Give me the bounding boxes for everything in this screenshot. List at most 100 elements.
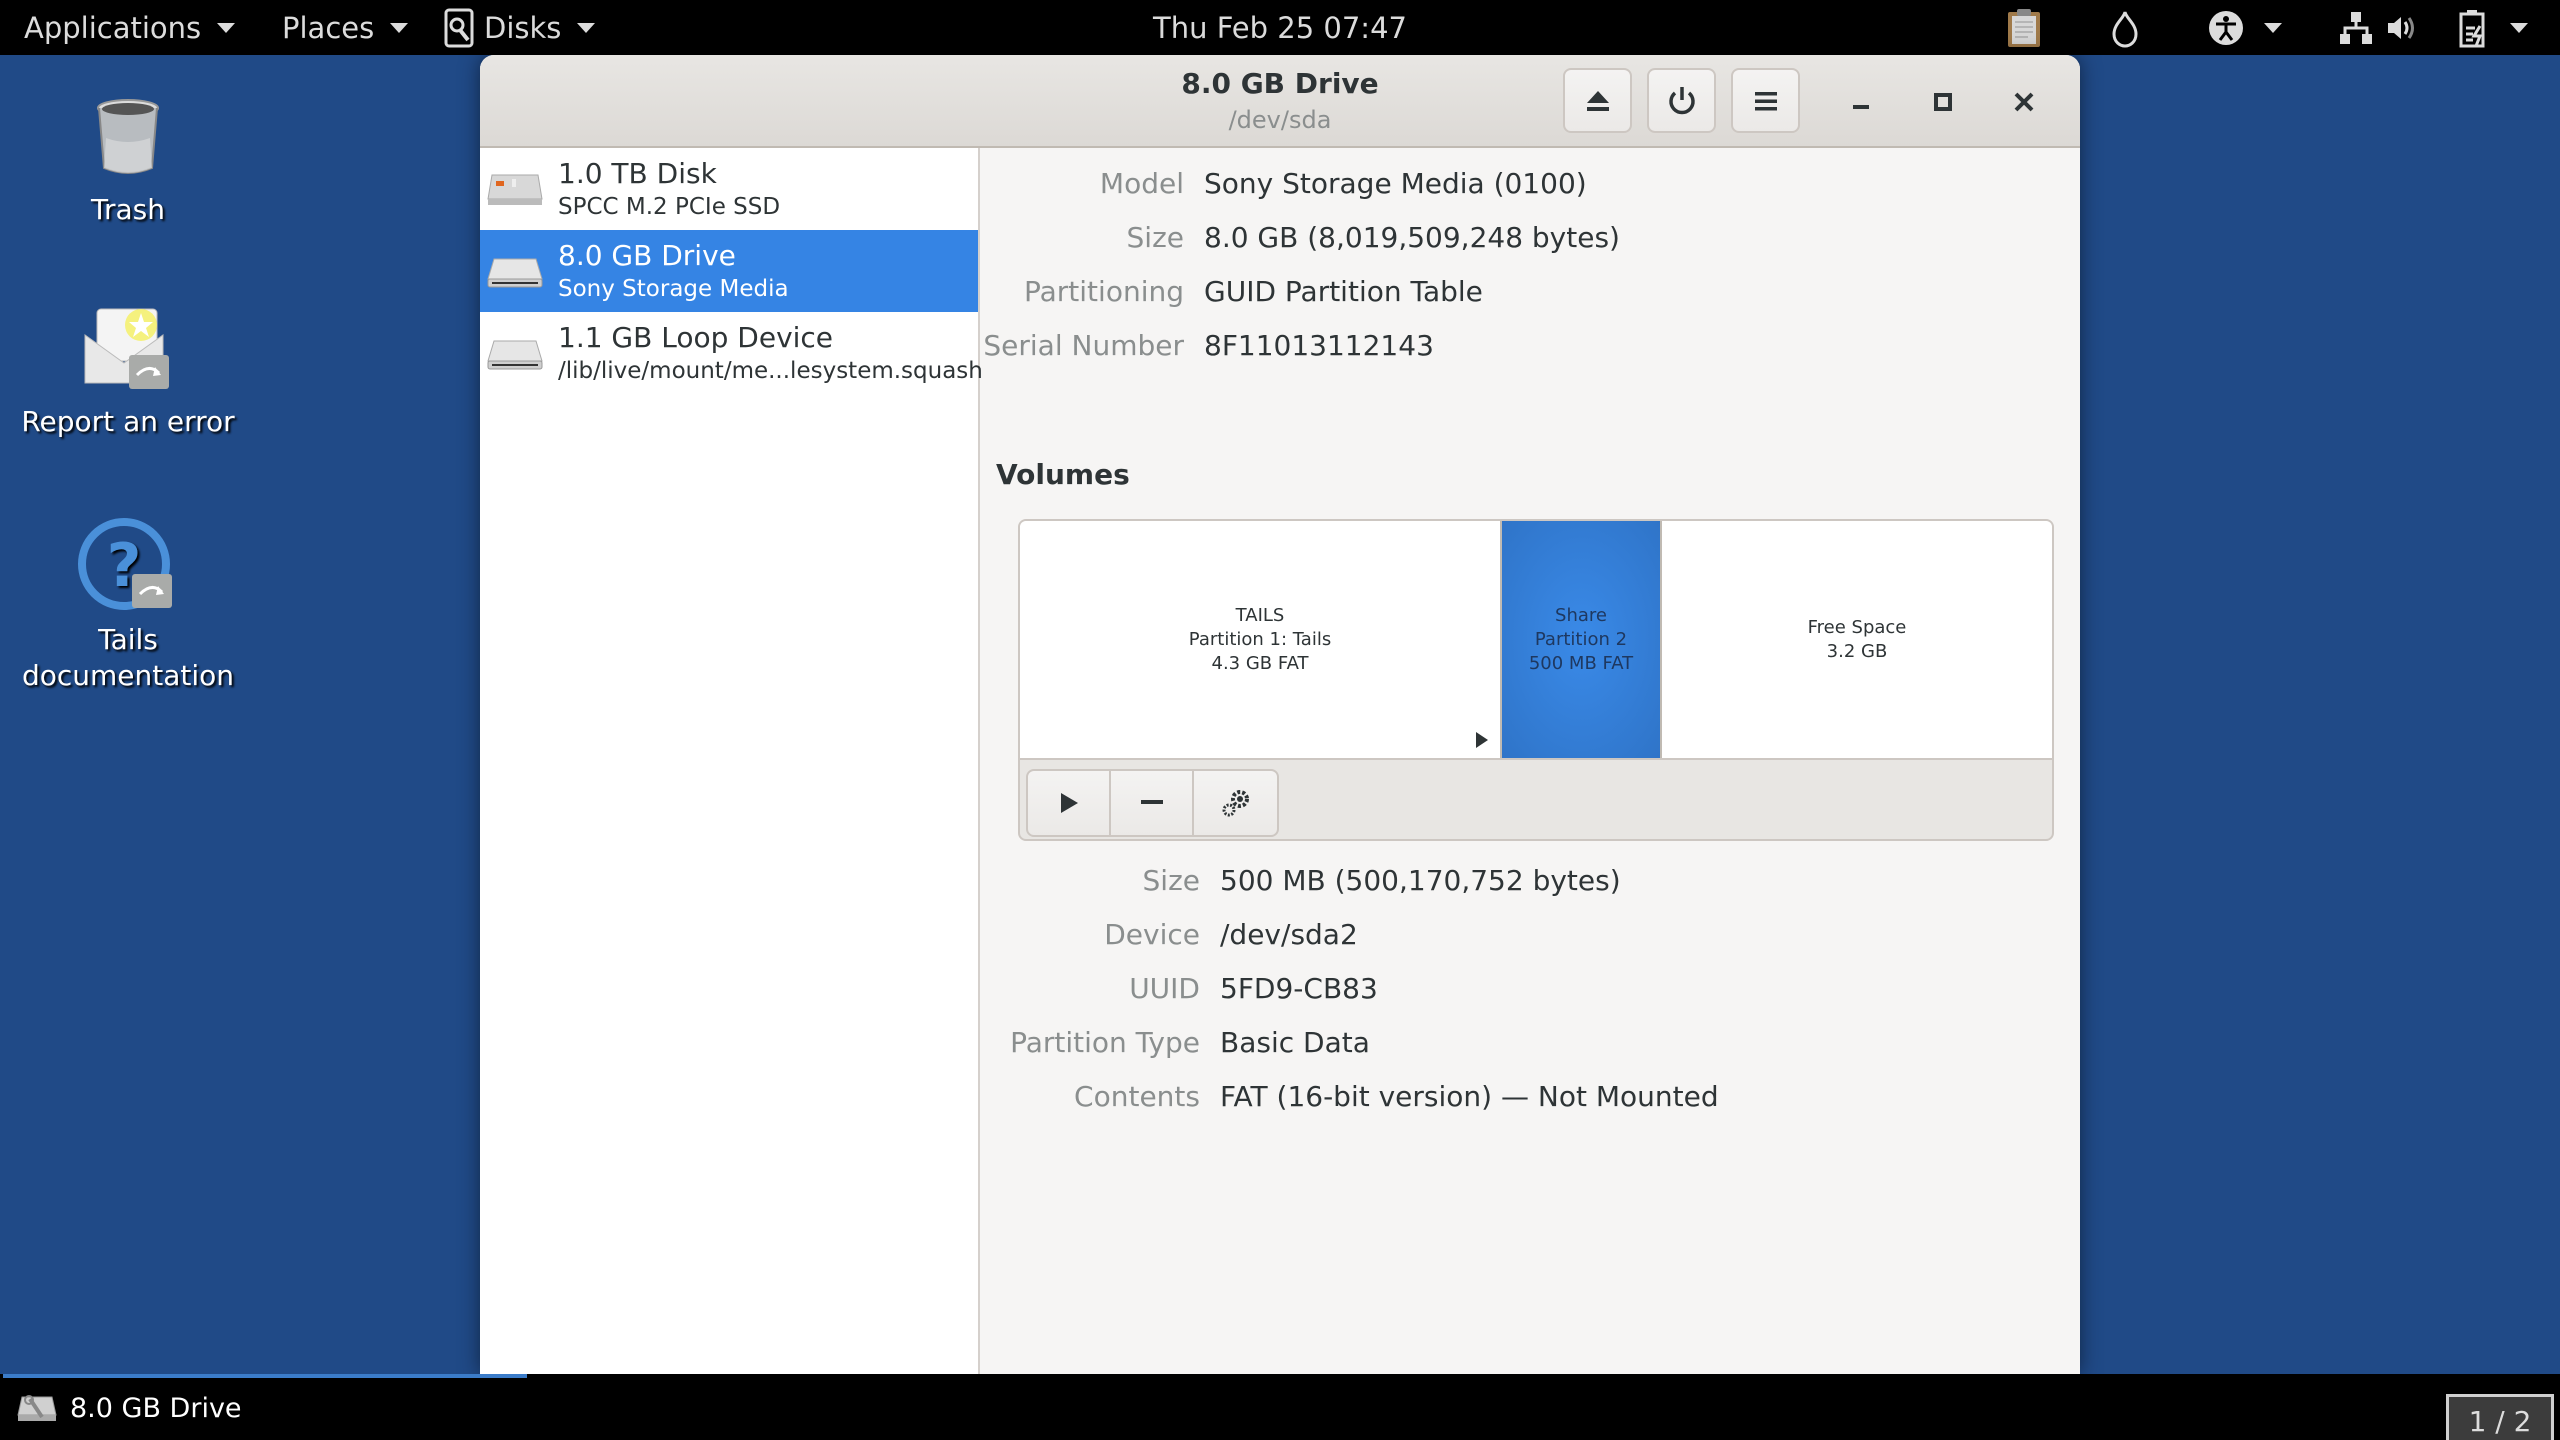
prop-value: 5FD9-CB83	[1220, 971, 1378, 1005]
ssd-drive-icon	[487, 174, 543, 205]
top-panel: Applications Places Disks Thu Feb 25 07:…	[0, 0, 2560, 55]
drive-name: 1.0 TB Disk	[558, 157, 717, 190]
volume-graph: TAILS Partition 1: Tails 4.3 GB FAT Shar…	[1020, 521, 2052, 760]
prop-label: Partitioning	[1024, 274, 1184, 308]
volume-toolbar	[1026, 769, 1279, 837]
desktop-icon-label: Report an error	[21, 405, 235, 438]
drive-prop-partitioning: Partitioning GUID Partition Table	[982, 271, 1483, 311]
applications-label: Applications	[24, 10, 202, 45]
volume-segment-tails[interactable]: TAILS Partition 1: Tails 4.3 GB FAT	[1020, 521, 1500, 758]
prop-value: 8F11013112143	[1204, 328, 1434, 362]
power-icon	[1668, 86, 1695, 114]
battery-icon	[2459, 10, 2485, 48]
drive-list: 1.0 TB Disk SPCC M.2 PCIe SSD 8.0 GB Dri…	[480, 148, 1003, 1374]
prop-label: Contents	[1074, 1079, 1200, 1113]
segment-line: TAILS	[1235, 604, 1285, 626]
additional-options-button[interactable]	[1194, 771, 1277, 835]
accessibility-menu[interactable]	[2208, 8, 2282, 48]
accessibility-icon	[2209, 11, 2243, 45]
segment-line: 4.3 GB FAT	[1211, 652, 1309, 674]
volume-prop-device: Device /dev/sda2	[982, 914, 1358, 954]
power-off-button[interactable]	[1647, 68, 1716, 133]
places-label: Places	[282, 10, 375, 45]
drive-subtitle: Sony Storage Media	[558, 276, 789, 302]
chevron-down-icon	[577, 22, 596, 33]
prop-label: Serial Number	[983, 328, 1184, 362]
workspace-switcher[interactable]: 1 / 2	[2446, 1394, 2554, 1440]
segment-line: Free Space	[1807, 616, 1907, 638]
drive-list-item[interactable]: 8.0 GB Drive Sony Storage Media	[480, 230, 978, 312]
delete-partition-button[interactable]	[1111, 771, 1194, 835]
chevron-down-icon	[390, 22, 409, 33]
eject-button[interactable]	[1563, 68, 1632, 133]
drive-subtitle: SPCC M.2 PCIe SSD	[558, 194, 781, 220]
volume-prop-uuid: UUID 5FD9-CB83	[982, 968, 1378, 1008]
clock[interactable]: Thu Feb 25 07:47	[1100, 0, 1460, 55]
volume-prop-contents: Contents FAT (16-bit version) — Not Moun…	[982, 1076, 1719, 1116]
prop-label: Model	[1099, 166, 1184, 200]
drive-name: 1.1 GB Loop Device	[558, 321, 834, 354]
segment-line: 500 MB FAT	[1528, 652, 1634, 674]
volume-prop-partition-type: Partition Type Basic Data	[982, 1022, 1370, 1062]
clipboard-icon[interactable]	[2006, 8, 2042, 48]
maximize-button[interactable]	[1918, 77, 1968, 127]
volume-segment-free-space[interactable]: Free Space 3.2 GB	[1662, 521, 2052, 758]
applications-menu[interactable]: Applications	[24, 0, 236, 55]
desktop-icon-label: Tails documentation	[21, 623, 235, 692]
system-menu[interactable]	[2458, 8, 2528, 48]
segment-line: 3.2 GB	[1826, 640, 1888, 662]
minimize-button[interactable]	[1836, 77, 1886, 127]
prop-label: Size	[1142, 863, 1200, 897]
hamburger-menu-icon	[1754, 91, 1777, 110]
minus-icon	[1140, 800, 1163, 804]
header-bar: 8.0 GB Drive /dev/sda	[480, 55, 2080, 148]
disk-utility-icon	[17, 1395, 57, 1421]
trash-icon	[73, 88, 183, 188]
mount-button[interactable]	[1028, 771, 1111, 835]
prop-value: FAT (16-bit version) — Not Mounted	[1220, 1079, 1719, 1113]
volume-prop-size: Size 500 MB (500,170,752 bytes)	[982, 860, 1621, 900]
gears-icon	[1222, 790, 1249, 817]
drive-prop-model: Model Sony Storage Media (0100)	[982, 163, 1587, 203]
prop-label: UUID	[1129, 971, 1200, 1005]
taskbar-window-button[interactable]: 8.0 GB Drive	[16, 1388, 242, 1428]
volume-segment-share[interactable]: Share Partition 2 500 MB FAT	[1500, 521, 1662, 758]
desktop-icon-trash[interactable]: Trash	[0, 88, 258, 228]
drive-prop-size: Size 8.0 GB (8,019,509,248 bytes)	[982, 217, 1620, 257]
play-icon	[1060, 793, 1078, 813]
app-menu[interactable]: Disks	[444, 0, 596, 55]
tor-onion-icon[interactable]	[2110, 8, 2140, 48]
disks-window: 8.0 GB Drive /dev/sda 1.0 TB Disk SPCC M…	[480, 55, 2080, 1374]
desktop-icon-label: Trash	[91, 193, 165, 226]
drive-list-item[interactable]: 1.1 GB Loop Device /lib/live/mount/me...…	[480, 312, 1003, 394]
segment-line: Partition 2	[1534, 628, 1628, 650]
prop-value: 500 MB (500,170,752 bytes)	[1220, 863, 1621, 897]
places-menu[interactable]: Places	[282, 0, 409, 55]
volume-icon[interactable]	[2386, 8, 2418, 48]
maximize-icon	[1934, 93, 1952, 111]
drive-details: Model Sony Storage Media (0100) Size 8.0…	[982, 148, 2080, 1374]
drive-list-item[interactable]: 1.0 TB Disk SPCC M.2 PCIe SSD	[480, 148, 978, 230]
loop-device-icon	[487, 340, 543, 370]
desktop-icon-report-error[interactable]: Report an error	[0, 300, 258, 440]
minimize-icon	[1853, 105, 1869, 109]
drive-name: 8.0 GB Drive	[558, 239, 736, 272]
drive-subtitle: /lib/live/mount/me...lesystem.squashfs	[558, 358, 1003, 384]
desktop-icon-tails-documentation[interactable]: ? Tails documentation	[0, 518, 258, 694]
expand-arrow-icon[interactable]	[1476, 732, 1488, 748]
report-error-icon	[73, 300, 183, 400]
bottom-panel: 8.0 GB Drive 1 / 2	[0, 1374, 2560, 1440]
disks-app-icon	[444, 8, 474, 47]
drive-prop-serial: Serial Number 8F11013112143	[982, 325, 1434, 365]
network-icon[interactable]	[2338, 8, 2374, 48]
removable-drive-icon	[487, 258, 543, 288]
prop-value: Basic Data	[1220, 1025, 1370, 1059]
prop-label: Partition Type	[1010, 1025, 1200, 1059]
prop-value: Sony Storage Media (0100)	[1204, 166, 1587, 200]
drive-menu-button[interactable]	[1731, 68, 1800, 133]
prop-label: Size	[1126, 220, 1184, 254]
chevron-down-icon	[2264, 23, 2282, 33]
chevron-down-icon	[2510, 23, 2528, 33]
close-button[interactable]	[1999, 77, 2049, 127]
active-task-indicator	[3, 1374, 527, 1378]
